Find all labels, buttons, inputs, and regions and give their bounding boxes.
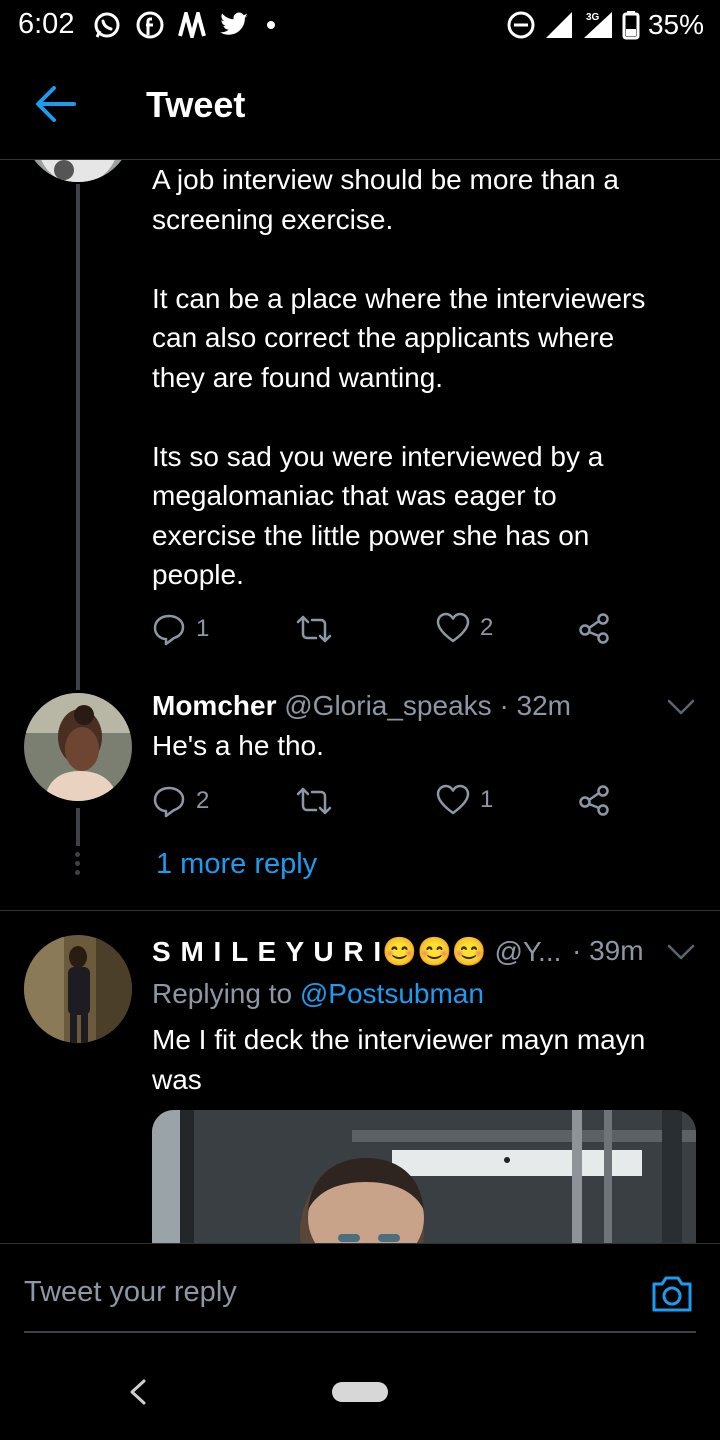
tweet-meta: Momcher @Gloria_speaks · 32m [152, 690, 571, 722]
name-emoji: 😊😊😊 [382, 936, 487, 967]
twitter-icon [220, 12, 248, 35]
like-button[interactable]: 2 [436, 612, 493, 644]
retweet-icon [296, 787, 332, 815]
like-button[interactable]: 1 [436, 784, 493, 816]
replying-to-handle[interactable]: @Postsubman [300, 978, 484, 1009]
reply-count: 2 [196, 787, 210, 814]
system-icons: 3G 35% [506, 8, 704, 42]
like-count: 1 [480, 786, 494, 813]
reply-count: 1 [196, 615, 210, 642]
tweet-text: A job interview should be more than a sc… [152, 164, 646, 590]
reply-composer: Tweet your reply [0, 1243, 720, 1333]
share-button[interactable] [578, 784, 610, 816]
user-handle[interactable]: @Gloria_speaks [284, 690, 491, 721]
chevron-down-icon[interactable] [666, 942, 696, 962]
thread-dots [75, 852, 81, 875]
reply-icon [153, 614, 185, 646]
whatsapp-icon [94, 12, 120, 38]
tweet-meta: S M I L E Y U R I😊😊😊 @Y... [152, 935, 561, 968]
thread-line [76, 184, 80, 690]
signal-3g-icon: 3G [583, 12, 612, 38]
reply-button[interactable]: 2 [152, 784, 209, 818]
battery-percent: 35% [647, 9, 704, 40]
back-arrow-icon[interactable] [34, 82, 78, 126]
retweet-button[interactable] [294, 612, 334, 646]
retweet-button[interactable] [294, 784, 334, 818]
share-icon [579, 785, 609, 816]
camera-icon[interactable] [650, 1274, 694, 1314]
tweet-actions: 1 2 [152, 612, 622, 652]
share-button[interactable] [578, 612, 610, 644]
reply-input-underline [24, 1331, 696, 1333]
status-time: 6:02 [18, 8, 75, 40]
network-type: 3G [586, 12, 600, 23]
tweet-time: · 32m [499, 690, 572, 721]
tweet-actions: 2 1 [152, 784, 622, 824]
news-icon [178, 12, 206, 38]
page-title: Tweet [146, 84, 246, 125]
tweet-thread[interactable]: A job interview should be more than a sc… [0, 160, 720, 1243]
heart-icon [436, 784, 470, 815]
status-bar: 6:02 3G 35% [0, 0, 720, 50]
tweet-media[interactable] [152, 1110, 696, 1243]
home-pill[interactable] [332, 1382, 388, 1402]
avatar[interactable] [24, 935, 132, 1043]
nav-back-icon[interactable] [126, 1378, 150, 1406]
tweet-time: · 39m [572, 935, 644, 966]
divider [0, 910, 720, 911]
avatar[interactable] [24, 693, 132, 801]
replying-to: Replying to @Postsubman [152, 978, 484, 1010]
reply-icon [153, 786, 185, 818]
reply-button[interactable]: 1 [152, 612, 209, 646]
display-name[interactable]: S M I L E Y U R I [152, 936, 382, 967]
thread-line [76, 808, 80, 846]
reply-input[interactable]: Tweet your reply [24, 1276, 237, 1309]
do-not-disturb-icon [507, 11, 535, 39]
user-handle[interactable]: @Y... [495, 936, 562, 967]
heart-icon [436, 612, 470, 643]
share-icon [579, 613, 609, 644]
signal-icon [545, 12, 572, 38]
top-app-bar: Tweet [0, 50, 720, 160]
chevron-down-icon[interactable] [666, 697, 696, 717]
facebook-icon [136, 11, 164, 39]
notification-icons [92, 8, 278, 42]
like-count: 2 [480, 614, 494, 641]
display-name[interactable]: Momcher [152, 690, 276, 721]
more-replies-link[interactable]: 1 more reply [156, 848, 317, 881]
retweet-icon [296, 615, 332, 643]
dot-icon [267, 21, 275, 29]
tweet-text: Me I fit deck the interviewer mayn mayn … [152, 1024, 646, 1095]
avatar[interactable] [24, 160, 132, 182]
battery-icon [622, 11, 640, 40]
replying-to-label: Replying to [152, 978, 300, 1009]
tweet-text: He's a he tho. [152, 730, 324, 761]
